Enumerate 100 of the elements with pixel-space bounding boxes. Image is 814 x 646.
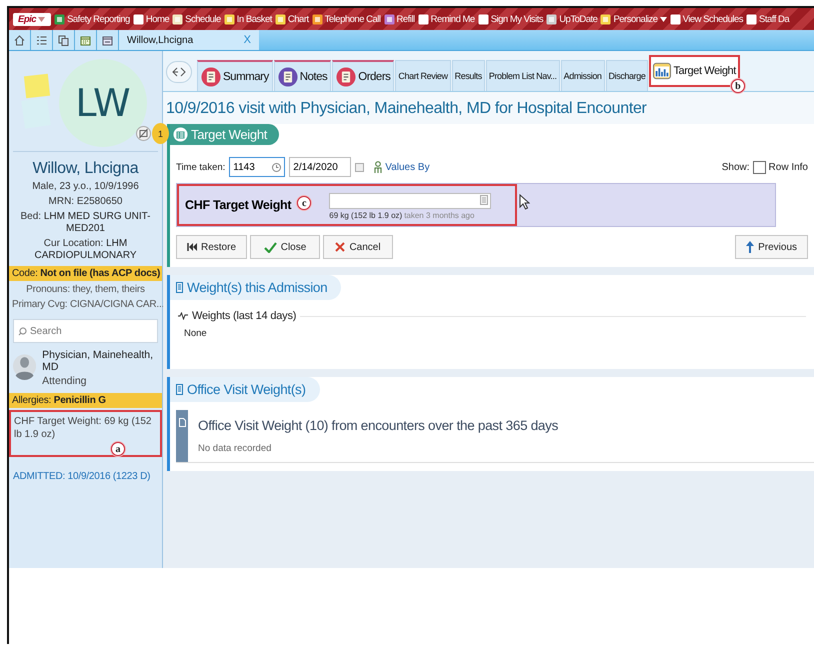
callout-marker: a: [111, 442, 125, 456]
encounter-heading: 10/9/2016 visit with Physician, Mainehealth, MD for Hospital Encounter: [163, 92, 814, 124]
checkbox[interactable]: [752, 160, 766, 174]
tab[interactable]: Discharge: [606, 60, 648, 91]
toolbar-button[interactable]: Telephone Call: [312, 14, 380, 24]
toolbar-button[interactable]: Home: [132, 14, 170, 24]
calendar-icon: [102, 34, 113, 46]
toolbar-button[interactable]: Safety Reporting: [54, 14, 130, 24]
tile-icon: [312, 14, 323, 24]
target-weight-text: CHF Target Weight: 69 kg (152 lb 1.9 oz): [14, 415, 152, 441]
tile-icon: [746, 14, 758, 24]
admitted-date: ADMITTED: 10/9/2016 (1223 D): [12, 471, 152, 482]
toolbar-button[interactable]: Personalize: [600, 14, 667, 24]
document-icon: [178, 418, 186, 427]
section-header: Weight(s) this Admission: [170, 275, 342, 300]
tile-icon: [172, 14, 184, 24]
toolbar-button[interactable]: View Schedules: [670, 14, 744, 24]
section-header: Target Weight: [170, 124, 280, 145]
back-forward-button[interactable]: [166, 61, 192, 83]
code-status: Code: Not on file (has ACP docs): [9, 266, 162, 281]
person-icon: [374, 161, 382, 173]
tile-icon: [224, 14, 235, 24]
time-field[interactable]: 1143: [229, 157, 286, 177]
search-icon: [18, 327, 27, 336]
callout-marker: b: [730, 79, 745, 93]
patient-detail: Pronouns: they, them, theirs: [25, 284, 146, 296]
toolbar-button[interactable]: UpToDate: [546, 14, 598, 24]
home-button[interactable]: [9, 30, 31, 50]
tab[interactable]: Admission: [560, 60, 605, 91]
tile-icon: [600, 14, 612, 24]
list-button[interactable]: [31, 30, 53, 50]
cross-icon: [335, 242, 346, 252]
tab[interactable]: Results: [452, 60, 485, 91]
weight-input-field[interactable]: [329, 192, 492, 208]
action-button[interactable]: Restore: [176, 235, 248, 259]
show-label: Show:: [722, 162, 750, 172]
toolbar-button[interactable]: In Basket: [224, 14, 272, 24]
toolbar-button[interactable]: Staff Da: [746, 14, 790, 24]
patient-detail: Male, 23 y.o., 10/9/1996: [31, 181, 140, 193]
action-button[interactable]: Close: [250, 235, 320, 259]
list-icon: [480, 195, 488, 205]
patient-tab[interactable]: Willow,Lhcigna X: [119, 30, 259, 50]
toolbar-button[interactable]: Chart: [274, 14, 309, 24]
toolbar-button[interactable]: Refill: [384, 14, 415, 24]
toolbar-button[interactable]: Schedule: [172, 14, 221, 24]
date-field[interactable]: 2/14/2020: [289, 157, 352, 177]
toolbar-button[interactable]: Sign My Visits: [478, 14, 544, 24]
mouse-cursor-icon: [519, 194, 530, 210]
pulse-icon: [178, 312, 188, 320]
tab[interactable]: Problem List Nav...: [486, 60, 560, 91]
field-label: CHF Target Weight: [185, 198, 292, 212]
patient-name: Willow, Lhcigna: [32, 160, 140, 178]
pages-icon: [58, 34, 69, 46]
tile-icon: [384, 14, 394, 24]
checkmark-icon: [264, 242, 277, 252]
bar-chart-icon: [653, 62, 672, 80]
tile-icon: [478, 14, 489, 24]
patient-initials-avatar: LW: [59, 59, 147, 147]
checkbox-label: Row Info: [768, 162, 808, 172]
tile-icon: [546, 14, 558, 24]
no-entry-icon[interactable]: [136, 126, 151, 141]
epic-logo-button[interactable]: Epic: [13, 12, 52, 26]
document-icon: [176, 282, 183, 293]
document-icon: [176, 384, 183, 395]
arrows-icon: [170, 67, 188, 77]
tab[interactable]: Notes: [274, 60, 332, 91]
tile-icon: [670, 14, 681, 24]
last-value-text: 69 kg (152 lb 1.9 oz) taken 3 months ago: [329, 211, 476, 220]
action-button[interactable]: Cancel: [323, 235, 394, 259]
tab[interactable]: Summary: [197, 60, 273, 91]
patient-detail: MRN: E2580650: [48, 196, 124, 208]
tab[interactable]: Orders: [332, 60, 394, 91]
action-button[interactable]: Previous: [735, 235, 808, 259]
tile-icon: [274, 14, 286, 24]
time-taken-label: Time taken:: [176, 162, 226, 172]
up-arrow-icon: [746, 241, 754, 253]
calendar-button[interactable]: [75, 30, 97, 50]
section-header: Office Visit Weight(s): [170, 377, 320, 402]
pages-button[interactable]: [53, 30, 75, 50]
allergies-banner: Allergies: Penicillin G: [9, 393, 162, 408]
tile-icon: [132, 14, 144, 24]
values-by-link[interactable]: Values By: [374, 161, 430, 173]
tile-icon: [54, 14, 66, 24]
flag-count-badge[interactable]: 1: [152, 123, 169, 144]
patient-detail: Bed: LHM MED SURG UNIT-MED201: [19, 211, 152, 235]
provider-role: Attending: [42, 375, 88, 387]
tab[interactable]: Chart Review: [395, 60, 451, 91]
toolbar-button[interactable]: Remind Me: [418, 14, 475, 24]
tile-icon: [418, 14, 429, 24]
card-note: No data recorded: [197, 442, 272, 456]
skip-back-icon: [187, 243, 197, 251]
subheading: Weights (last 14 days): [192, 310, 296, 322]
list-icon: [36, 34, 47, 46]
search-field[interactable]: Search: [13, 319, 158, 343]
patient-detail: Primary Cvg: CIGNA/CIGNA CAR...: [11, 299, 162, 311]
clock-icon: [272, 163, 282, 172]
callout-marker: c: [297, 196, 312, 210]
caret-icon: [38, 16, 46, 22]
calendar-button[interactable]: [97, 30, 119, 50]
home-icon: [14, 34, 25, 46]
